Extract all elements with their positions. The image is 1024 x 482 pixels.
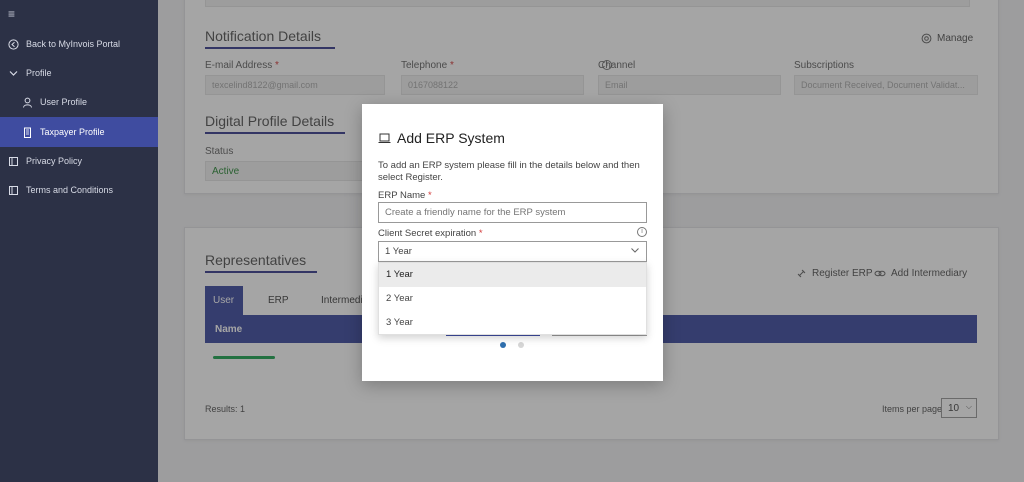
erp-name-label: ERP Name * xyxy=(378,190,432,201)
sidebar-item-taxpayer-profile[interactable]: Taxpayer Profile xyxy=(0,117,158,147)
sidebar-item-privacy-policy[interactable]: Privacy Policy xyxy=(0,147,158,175)
pager-dot-active[interactable] xyxy=(500,342,506,348)
add-erp-modal: Add ERP System To add an ERP system plea… xyxy=(362,104,663,381)
secret-expiration-dropdown: 1 Year 2 Year 3 Year xyxy=(378,262,647,335)
sidebar-item-user-profile[interactable]: User Profile xyxy=(0,88,158,116)
modal-title: Add ERP System xyxy=(378,130,505,146)
sidebar-item-back-to-portal[interactable]: Back to MyInvois Portal xyxy=(0,30,158,58)
sidebar-item-label: User Profile xyxy=(40,97,88,107)
secret-expiration-value: 1 Year xyxy=(385,246,412,257)
secret-expiration-label: Client Secret expiration * xyxy=(378,228,483,239)
arrow-left-circle-icon xyxy=(8,38,19,50)
sidebar-item-label: Terms and Conditions xyxy=(26,185,114,195)
info-icon[interactable]: i xyxy=(637,227,647,237)
laptop-icon xyxy=(378,133,391,144)
option-2-year[interactable]: 2 Year xyxy=(379,287,646,311)
erp-name-input[interactable] xyxy=(378,202,647,223)
sidebar-item-label: Back to MyInvois Portal xyxy=(26,39,121,49)
building-icon xyxy=(22,127,33,138)
sidebar-item-profile[interactable]: Profile xyxy=(0,59,158,87)
sidebar-item-terms[interactable]: Terms and Conditions xyxy=(0,176,158,204)
sidebar-item-label: Taxpayer Profile xyxy=(40,127,105,137)
secret-expiration-select[interactable]: 1 Year xyxy=(378,241,647,262)
option-3-year[interactable]: 3 Year xyxy=(379,311,646,335)
menu-toggle-icon[interactable]: ≡ xyxy=(8,7,15,21)
sidebar-item-label: Privacy Policy xyxy=(26,156,83,166)
chevron-down-icon xyxy=(630,245,640,257)
user-icon xyxy=(22,97,33,108)
sidebar-item-label: Profile xyxy=(26,68,52,78)
pager-dot[interactable] xyxy=(518,342,524,348)
book-icon xyxy=(8,156,19,167)
modal-description: To add an ERP system please fill in the … xyxy=(378,160,640,183)
modal-title-text: Add ERP System xyxy=(397,130,505,146)
chevron-down-icon xyxy=(8,68,19,79)
option-1-year[interactable]: 1 Year xyxy=(379,263,646,287)
sidebar: ≡ Back to MyInvois Portal Profile User P… xyxy=(0,0,158,482)
book-icon xyxy=(8,185,19,196)
